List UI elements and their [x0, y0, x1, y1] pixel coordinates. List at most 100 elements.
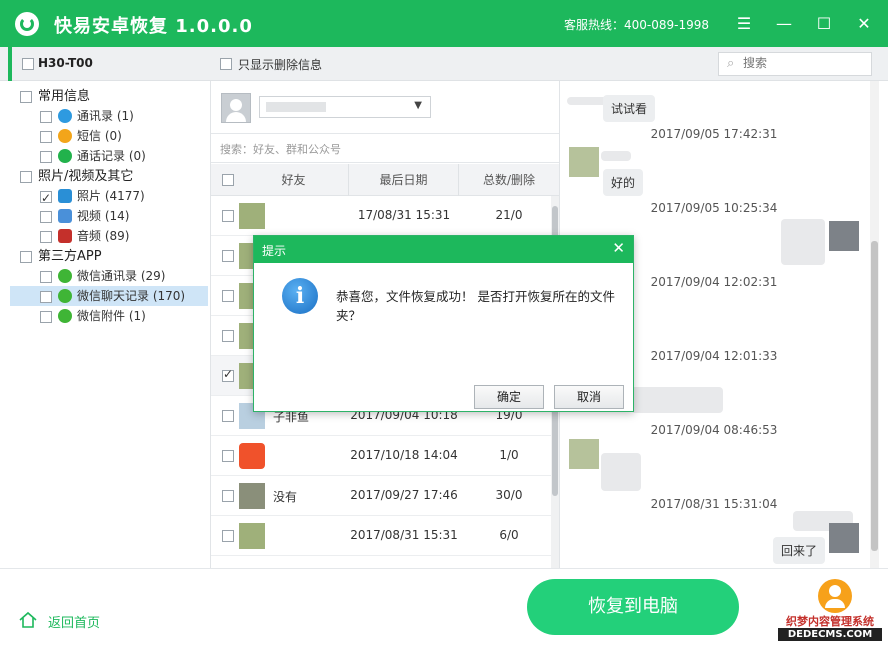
tree-group-third-party[interactable]: 第三方APP: [20, 247, 102, 267]
wechat-icon: [58, 288, 72, 303]
avatar: [239, 443, 265, 469]
minimize-icon[interactable]: —: [772, 12, 796, 36]
chat-scrollbar[interactable]: [870, 81, 879, 568]
tree-checkbox[interactable]: [20, 250, 32, 263]
table-row[interactable]: 2017/10/18 14:04 1/0: [211, 436, 551, 476]
watermark-title: 织梦内容管理系统: [786, 615, 874, 628]
blurred-content: [601, 453, 641, 491]
dialog-title: 提示: [262, 244, 287, 258]
tree-checkbox[interactable]: [40, 310, 52, 323]
chat-timestamp: 2017/09/04 08:46:53: [650, 423, 778, 437]
tree-checkbox[interactable]: [40, 130, 52, 143]
app-title: 快易安卓恢复 1.0.0.0: [54, 16, 253, 37]
column-header-count[interactable]: 总数/删除: [459, 164, 559, 196]
row-checkbox[interactable]: [222, 250, 234, 262]
tree-item-label: 通讯录 (1): [77, 109, 134, 123]
tree-checkbox[interactable]: [20, 170, 32, 183]
show-deleted-label[interactable]: 只显示删除信息: [238, 56, 322, 73]
tree-checkbox[interactable]: [40, 110, 52, 123]
tree-item-contacts[interactable]: 通讯录 (1): [40, 106, 134, 126]
row-checkbox[interactable]: [222, 290, 234, 302]
avatar: [829, 523, 859, 553]
table-row[interactable]: 2017/08/31 15:31 6/0: [211, 516, 551, 556]
avatar: [239, 483, 265, 509]
device-checkbox[interactable]: [22, 58, 34, 70]
row-checkbox[interactable]: [222, 490, 234, 502]
title-bar: 快易安卓恢复 1.0.0.0 客服热线：400-089-1998 ☰ — ☐ ✕: [0, 0, 888, 47]
maximize-icon[interactable]: ☐: [812, 12, 836, 36]
tree-checkbox[interactable]: [40, 270, 52, 283]
table-row[interactable]: 没有 2017/09/27 17:46 30/0: [211, 476, 551, 516]
close-icon[interactable]: ✕: [852, 12, 876, 36]
column-header-friend[interactable]: 好友: [239, 164, 349, 196]
row-checkbox[interactable]: [222, 330, 234, 342]
tree-checkbox[interactable]: [40, 210, 52, 223]
bottom-bar: 返回首页 恢复到电脑 织梦内容管理系统 DEDECMS.COM: [0, 568, 888, 648]
cancel-button[interactable]: 取消: [554, 385, 624, 409]
customer-service-icon[interactable]: [818, 579, 852, 613]
tree-group-common[interactable]: 常用信息: [20, 87, 90, 107]
tree-group-label: 照片/视频及其它: [38, 169, 134, 184]
blurred-content: [781, 219, 825, 265]
search-box[interactable]: ⌕: [718, 52, 872, 76]
chat-timestamp: 2017/08/31 15:31:04: [650, 497, 778, 511]
row-checkbox[interactable]: [222, 450, 234, 462]
chat-scrollbar-thumb[interactable]: [871, 241, 878, 551]
tree-item-label: 微信附件 (1): [77, 309, 146, 323]
close-icon[interactable]: ✕: [612, 239, 625, 257]
audio-icon: [58, 228, 72, 243]
show-deleted-checkbox[interactable]: [220, 58, 232, 70]
wechat-icon: [58, 268, 72, 283]
tree-item-label: 微信通讯录 (29): [77, 269, 166, 283]
device-bar: H30-T00 只显示删除信息 ⌕: [0, 47, 888, 81]
call-log-icon: [58, 148, 72, 163]
watermark: 织梦内容管理系统 DEDECMS.COM: [778, 615, 882, 641]
tree-checkbox[interactable]: [40, 230, 52, 243]
menu-icon[interactable]: ☰: [732, 12, 756, 36]
tree-item-call-log[interactable]: 通话记录 (0): [40, 146, 146, 166]
tree-item-wechat-chats[interactable]: 微信聊天记录 (170): [10, 286, 208, 306]
device-accent: [8, 47, 12, 81]
tree-checkbox[interactable]: [40, 150, 52, 163]
contacts-icon: [58, 108, 72, 123]
success-dialog: 提示 ✕ i 恭喜您，文件恢复成功！ 是否打开恢复所在的文件夹？ 确定 取消: [253, 235, 634, 412]
avatar: [569, 147, 599, 177]
friend-search-box[interactable]: 搜索：好友、群和公众号: [211, 133, 559, 163]
select-all-checkbox[interactable]: [222, 174, 234, 186]
last-date: 2017/08/31 15:31: [350, 528, 458, 542]
blurred-content: [567, 97, 607, 105]
tree-item-videos[interactable]: 视频 (14): [40, 206, 129, 226]
account-dropdown[interactable]: ▼: [259, 96, 431, 118]
ok-button[interactable]: 确定: [474, 385, 544, 409]
chat-timestamp: 2017/09/05 10:25:34: [650, 201, 778, 215]
row-checkbox[interactable]: [222, 410, 234, 422]
chat-bubble: 试试看: [603, 95, 656, 122]
tree-checkbox[interactable]: [20, 90, 32, 103]
tree-item-photos[interactable]: 照片 (4177): [40, 186, 145, 208]
account-avatar-icon: [221, 93, 251, 123]
tree-group-media[interactable]: 照片/视频及其它: [20, 167, 133, 187]
message-count: 21/0: [495, 208, 523, 222]
search-input[interactable]: [743, 56, 867, 70]
blurred-account-name: [266, 102, 326, 112]
table-row[interactable]: 17/08/31 15:31 21/0: [211, 196, 551, 236]
row-checkbox[interactable]: [222, 367, 234, 382]
tree-group-label: 常用信息: [38, 89, 91, 104]
friend-search-hint: 搜索：好友、群和公众号: [220, 143, 341, 156]
tree-item-label: 短信 (0): [77, 129, 122, 143]
tree-item-wechat-attachments[interactable]: 微信附件 (1): [40, 306, 146, 326]
tree-item-audio[interactable]: 音频 (89): [40, 226, 129, 246]
tree-item-wechat-contacts[interactable]: 微信通讯录 (29): [40, 266, 165, 286]
column-header-last-date[interactable]: 最后日期: [349, 164, 459, 196]
row-checkbox[interactable]: [222, 210, 234, 222]
tree-item-sms[interactable]: 短信 (0): [40, 126, 122, 146]
last-date: 2017/09/27 17:46: [350, 488, 458, 502]
back-home-link[interactable]: 返回首页: [48, 612, 100, 631]
tree-checkbox[interactable]: [40, 188, 52, 208]
tree-checkbox[interactable]: [40, 290, 52, 303]
row-checkbox[interactable]: [222, 530, 234, 542]
device-name: H30-T00: [38, 56, 93, 70]
restore-to-pc-button[interactable]: 恢复到电脑: [527, 579, 739, 635]
home-icon[interactable]: [18, 610, 38, 630]
tree-item-label: 微信聊天记录 (170): [77, 289, 186, 303]
